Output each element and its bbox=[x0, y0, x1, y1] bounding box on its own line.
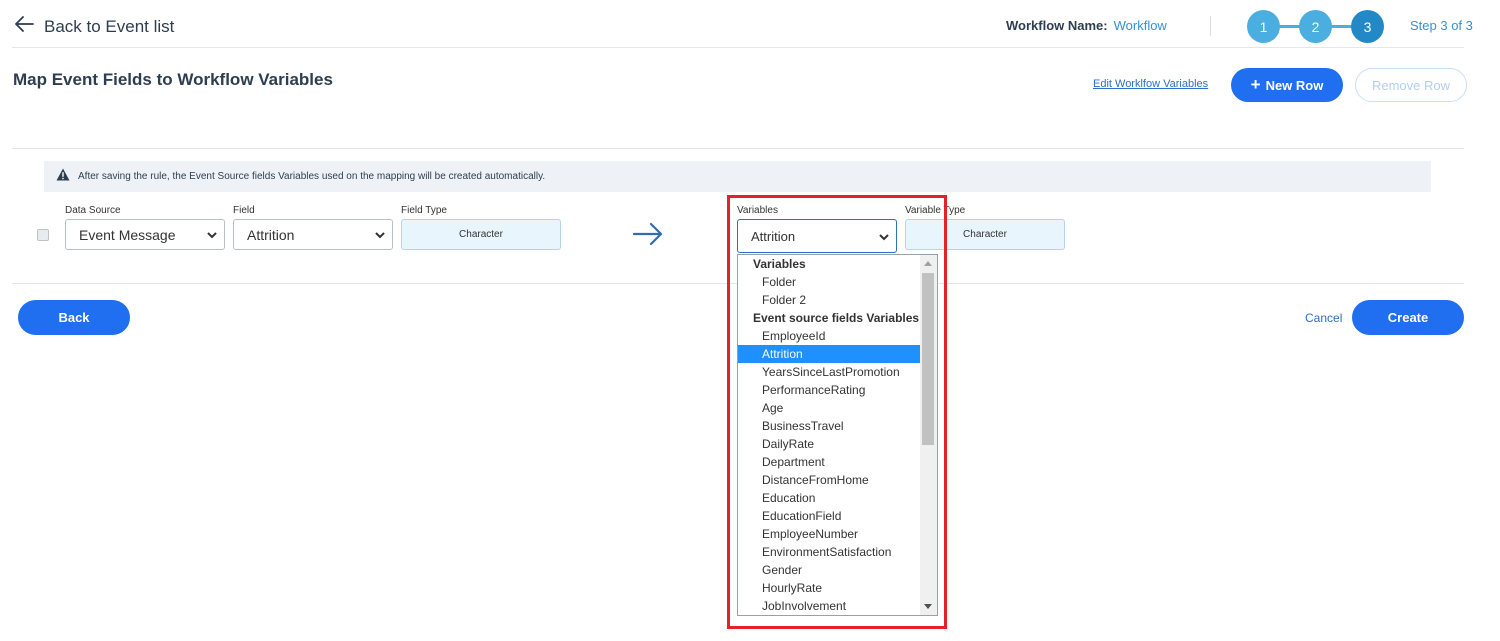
field-label: Field bbox=[233, 205, 255, 216]
plus-icon: + bbox=[1250, 75, 1261, 94]
chevron-down-icon bbox=[375, 232, 385, 239]
back-button[interactable]: Back bbox=[18, 300, 130, 335]
option-folder-2[interactable]: Folder 2 bbox=[738, 291, 921, 309]
variables-value: Attrition bbox=[751, 228, 796, 244]
info-message: After saving the rule, the Event Source … bbox=[78, 171, 546, 182]
workflow-name: Workflow Name: Workflow bbox=[1006, 18, 1167, 33]
field-type-value: Character bbox=[401, 219, 561, 250]
chevron-down-icon bbox=[879, 234, 889, 241]
page-title: Map Event Fields to Workflow Variables bbox=[13, 70, 333, 89]
back-to-event-list-link[interactable]: Back to Event list bbox=[12, 12, 174, 41]
workflow-name-label: Workflow Name: bbox=[1006, 18, 1108, 33]
workflow-name-value: Workflow bbox=[1113, 18, 1167, 33]
field-value: Attrition bbox=[247, 226, 295, 243]
field-type-label: Field Type bbox=[401, 205, 447, 216]
option-folder[interactable]: Folder bbox=[738, 273, 921, 291]
variables-dropdown-list[interactable]: Variables Folder Folder 2 Event source f… bbox=[737, 254, 938, 616]
edit-workflow-variables-link[interactable]: Edit Worklfow Variables bbox=[1093, 78, 1208, 90]
header-divider bbox=[1210, 16, 1211, 36]
arrow-right-icon bbox=[633, 222, 663, 246]
step-2: 2 bbox=[1299, 10, 1332, 43]
scrollbar-thumb[interactable] bbox=[922, 273, 934, 445]
option-yearssincelastpromotion[interactable]: YearsSinceLastPromotion bbox=[738, 363, 921, 381]
variables-select[interactable]: Attrition bbox=[737, 219, 897, 253]
arrow-left-icon bbox=[12, 12, 36, 41]
data-source-select[interactable]: Event Message bbox=[65, 219, 225, 250]
option-hourlyrate[interactable]: HourlyRate bbox=[738, 579, 921, 597]
option-group-label: Event source fields Variables bbox=[753, 311, 920, 325]
step-1: 1 bbox=[1247, 10, 1280, 43]
step-3: 3 bbox=[1351, 10, 1384, 43]
top-bar: Back to Event list Workflow Name: Workflo… bbox=[0, 0, 1500, 48]
option-environmentsatisfaction[interactable]: EnvironmentSatisfaction bbox=[738, 543, 921, 561]
option-businesstravel[interactable]: BusinessTravel bbox=[738, 417, 921, 435]
option-jobinvolvement[interactable]: JobInvolvement bbox=[738, 597, 921, 615]
option-dailyrate[interactable]: DailyRate bbox=[738, 435, 921, 453]
stepper: 1 2 3 bbox=[1247, 10, 1384, 43]
variables-label: Variables bbox=[737, 205, 778, 216]
divider bbox=[12, 148, 1464, 149]
field-select[interactable]: Attrition bbox=[233, 219, 393, 250]
variable-type-label: Variable Type bbox=[905, 205, 966, 216]
divider bbox=[12, 47, 1464, 48]
option-employeenumber[interactable]: EmployeeNumber bbox=[738, 525, 921, 543]
option-performancerating[interactable]: PerformanceRating bbox=[738, 381, 921, 399]
new-row-button[interactable]: + New Row bbox=[1231, 68, 1343, 102]
option-gender[interactable]: Gender bbox=[738, 561, 921, 579]
option-age[interactable]: Age bbox=[738, 399, 921, 417]
option-education[interactable]: Education bbox=[738, 489, 921, 507]
variable-type-value: Character bbox=[905, 219, 1065, 250]
remove-row-button[interactable]: Remove Row bbox=[1355, 68, 1467, 102]
back-to-event-list-label: Back to Event list bbox=[44, 16, 175, 36]
scroll-up-icon[interactable] bbox=[924, 261, 932, 266]
dropdown-scrollbar[interactable] bbox=[920, 255, 937, 615]
option-group-label: Variables bbox=[753, 257, 806, 271]
warning-triangle-icon bbox=[56, 168, 70, 186]
new-row-label: New Row bbox=[1265, 77, 1324, 93]
chevron-down-icon bbox=[207, 232, 217, 239]
option-educationfield[interactable]: EducationField bbox=[738, 507, 921, 525]
option-employeeid[interactable]: EmployeeId bbox=[738, 327, 921, 345]
create-button[interactable]: Create bbox=[1352, 300, 1464, 335]
option-attrition-selected[interactable]: Attrition bbox=[738, 345, 921, 363]
row-select-checkbox[interactable] bbox=[37, 229, 49, 241]
option-department[interactable]: Department bbox=[738, 453, 921, 471]
info-banner: After saving the rule, the Event Source … bbox=[44, 161, 1431, 192]
dropdown-options: Variables Folder Folder 2 Event source f… bbox=[738, 255, 921, 615]
cancel-link[interactable]: Cancel bbox=[1305, 311, 1342, 325]
scroll-down-icon[interactable] bbox=[924, 604, 932, 609]
data-source-value: Event Message bbox=[79, 226, 176, 243]
data-source-label: Data Source bbox=[65, 205, 121, 216]
option-distancefromhome[interactable]: DistanceFromHome bbox=[738, 471, 921, 489]
step-indicator-text: Step 3 of 3 bbox=[1410, 18, 1473, 33]
